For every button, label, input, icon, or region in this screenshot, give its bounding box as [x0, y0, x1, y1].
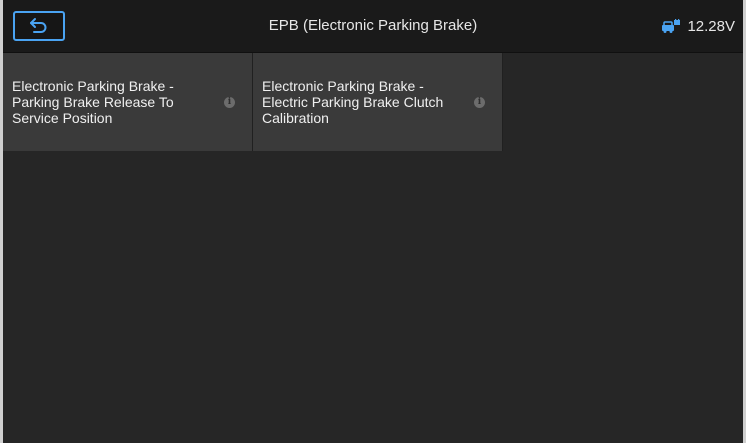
- voltage-value: 12.28V: [687, 17, 735, 35]
- page-title: EPB (Electronic Parking Brake): [268, 17, 478, 34]
- battery-voltage-indicator: 12.28V: [661, 0, 735, 52]
- vehicle-battery-icon: [662, 19, 681, 33]
- top-bar: EPB (Electronic Parking Brake) 12.28V: [3, 0, 743, 53]
- function-tile-label: Electronic Parking Brake - Electric Park…: [262, 78, 444, 126]
- function-grid: Electronic Parking Brake - Parking Brake…: [3, 53, 743, 443]
- function-tile-clutch-calibration[interactable]: Electronic Parking Brake - Electric Park…: [253, 53, 503, 151]
- info-icon[interactable]: i: [474, 97, 485, 108]
- info-icon[interactable]: i: [224, 97, 235, 108]
- function-tile-label: Electronic Parking Brake - Parking Brake…: [12, 78, 174, 126]
- function-tile-release-service-position[interactable]: Electronic Parking Brake - Parking Brake…: [3, 53, 253, 151]
- app-screen: EPB (Electronic Parking Brake) 12.28V El…: [0, 0, 746, 443]
